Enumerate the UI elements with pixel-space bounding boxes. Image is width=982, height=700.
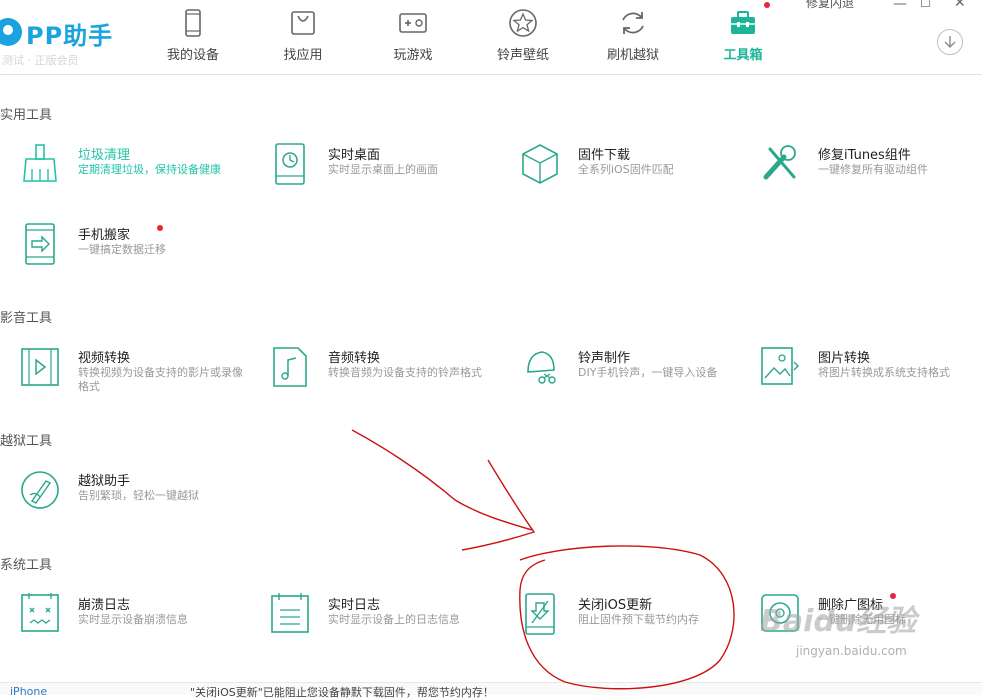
tool-desc: 转换视频为设备支持的影片或录像格式 bbox=[78, 366, 243, 393]
tool-video-convert[interactable]: 视频转换 转换视频为设备支持的影片或录像格式 bbox=[20, 346, 256, 406]
refresh-icon bbox=[622, 12, 644, 34]
wrench-screwdriver-icon bbox=[763, 145, 796, 180]
nav-flash-jailbreak[interactable]: 刷机越狱 bbox=[578, 0, 688, 74]
nav-label: 铃声壁纸 bbox=[496, 48, 549, 63]
download-manager-button[interactable] bbox=[937, 29, 963, 55]
tool-repair-itunes[interactable]: 修复iTunes组件 一键修复所有驱动组件 bbox=[760, 143, 982, 203]
device-name[interactable]: iPhone bbox=[10, 685, 47, 698]
close-button[interactable]: ✕ bbox=[954, 0, 966, 11]
tool-name: 手机搬家 bbox=[78, 228, 131, 243]
tool-desc: 实时显示桌面上的画面 bbox=[328, 163, 438, 176]
star-icon bbox=[509, 9, 537, 37]
download-icon bbox=[944, 36, 956, 49]
nav-label: 找应用 bbox=[283, 48, 323, 63]
app-logo-text: PP助手 bbox=[26, 22, 114, 50]
tool-name: 固件下载 bbox=[578, 148, 631, 163]
nav-label: 工具箱 bbox=[723, 48, 763, 63]
section-title-jailbreak: 越狱工具 bbox=[0, 434, 53, 449]
gamepad-icon bbox=[399, 13, 427, 33]
nav-label: 玩游戏 bbox=[393, 48, 433, 63]
phone-transfer-icon bbox=[25, 223, 55, 265]
tool-crash-log[interactable]: 崩溃日志 实时显示设备崩溃信息 bbox=[20, 593, 256, 653]
minimize-button[interactable]: — bbox=[893, 0, 907, 12]
tool-name: 关闭iOS更新 bbox=[578, 598, 653, 613]
tool-name: 实时日志 bbox=[328, 598, 381, 613]
maximize-button[interactable]: ☐ bbox=[920, 0, 931, 10]
tool-close-ios-update[interactable]: 关闭iOS更新 阻止固件预下载节约内存 bbox=[520, 593, 756, 653]
audio-file-icon bbox=[273, 347, 307, 387]
tool-jailbreak-helper[interactable]: 越狱助手 告别繁琐，轻松一键越狱 bbox=[20, 469, 256, 529]
tool-ringtone-make[interactable]: 铃声制作 DIY手机铃声，一键导入设备 bbox=[520, 346, 756, 406]
tool-phone-move[interactable]: 手机搬家 一键搞定数据迁移 bbox=[20, 223, 256, 283]
toolbox-icon bbox=[731, 11, 755, 34]
tool-desc: 实时显示设备崩溃信息 bbox=[78, 613, 188, 626]
section-title-system: 系统工具 bbox=[0, 558, 53, 573]
baidu-watermark-url: jingyan.baidu.com bbox=[796, 644, 907, 658]
nav-label: 我的设备 bbox=[166, 48, 219, 63]
annotation-arrow-head bbox=[461, 459, 536, 551]
top-bar: PP助手 测试 · 正版会员 我的设备 找应用 玩游戏 铃声壁纸 刷机越狱 工具… bbox=[0, 0, 982, 75]
tool-name: 图片转换 bbox=[818, 351, 871, 366]
tablet-clock-icon bbox=[275, 143, 305, 185]
section-title-media: 影音工具 bbox=[0, 311, 53, 326]
tool-realtime-desktop[interactable]: 实时桌面 实时显示桌面上的画面 bbox=[270, 143, 506, 203]
tool-desc: 定期清理垃圾，保持设备健康 bbox=[78, 163, 221, 176]
pp-logo-icon bbox=[0, 18, 22, 46]
tool-audio-convert[interactable]: 音频转换 转换音频为设备支持的铃声格式 bbox=[270, 346, 506, 406]
tool-desc: 一键修复所有驱动组件 bbox=[818, 163, 928, 176]
repair-crash-link[interactable]: 修复闪退 bbox=[806, 0, 854, 11]
phone-block-download-icon bbox=[525, 593, 555, 635]
tool-desc: 告别繁琐，轻松一键越狱 bbox=[78, 489, 199, 502]
tool-name: 修复iTunes组件 bbox=[818, 148, 911, 163]
tool-desc: 阻止固件预下载节约内存 bbox=[578, 613, 699, 626]
nav-ringtone-wallpaper[interactable]: 铃声壁纸 bbox=[468, 0, 578, 74]
section-title-utility: 实用工具 bbox=[0, 108, 53, 123]
tool-image-convert[interactable]: 图片转换 将图片转换成系统支持格式 bbox=[760, 346, 982, 406]
tool-junk-clean[interactable]: 垃圾清理 定期清理垃圾，保持设备健康 bbox=[20, 143, 256, 203]
status-message: "关闭iOS更新"已能阻止您设备静默下载固件，帮您节约内存！ bbox=[190, 686, 494, 699]
notification-dot bbox=[764, 2, 770, 8]
tool-desc: 全系列iOS固件匹配 bbox=[578, 163, 674, 176]
tool-desc: DIY手机铃声，一键导入设备 bbox=[578, 366, 718, 379]
baidu-watermark: Baidu经验 bbox=[760, 604, 917, 639]
nav-label: 刷机越狱 bbox=[606, 48, 659, 63]
nav-find-apps[interactable]: 找应用 bbox=[248, 0, 358, 74]
film-icon bbox=[21, 348, 59, 386]
picture-icon bbox=[761, 347, 799, 385]
status-bar: iPhone "关闭iOS更新"已能阻止您设备静默下载固件，帮您节约内存！ bbox=[0, 682, 982, 699]
broom-icon bbox=[23, 144, 57, 182]
tool-desc: 一键搞定数据迁移 bbox=[78, 243, 166, 256]
tool-name: 视频转换 bbox=[78, 351, 131, 366]
nav-toolbox[interactable]: 工具箱 bbox=[688, 0, 798, 74]
tool-realtime-log[interactable]: 实时日志 实时显示设备上的日志信息 bbox=[270, 593, 506, 653]
log-list-icon bbox=[271, 593, 309, 633]
tool-name: 铃声制作 bbox=[578, 351, 631, 366]
tool-desc: 将图片转换成系统支持格式 bbox=[818, 366, 950, 379]
tool-firmware-download[interactable]: 固件下载 全系列iOS固件匹配 bbox=[520, 143, 756, 203]
tool-name: 崩溃日志 bbox=[78, 598, 131, 613]
tool-desc: 转换音频为设备支持的铃声格式 bbox=[328, 366, 482, 379]
crash-log-icon bbox=[21, 593, 59, 632]
tool-name: 实时桌面 bbox=[328, 148, 381, 163]
tool-desc: 实时显示设备上的日志信息 bbox=[328, 613, 460, 626]
bag-icon bbox=[291, 11, 315, 35]
tool-name: 音频转换 bbox=[328, 351, 381, 366]
tool-name: 垃圾清理 bbox=[78, 148, 131, 163]
phone-icon bbox=[185, 9, 201, 37]
bell-scissors-icon bbox=[527, 351, 556, 384]
account-status[interactable]: 测试 · 正版会员 bbox=[2, 52, 79, 68]
cube-icon bbox=[522, 144, 558, 184]
compass-pen-icon bbox=[21, 471, 59, 509]
notification-dot bbox=[157, 225, 163, 231]
tool-name: 越狱助手 bbox=[78, 474, 131, 489]
nav-play-games[interactable]: 玩游戏 bbox=[358, 0, 468, 74]
annotation-arrow-line bbox=[351, 429, 533, 531]
nav-my-device[interactable]: 我的设备 bbox=[138, 0, 248, 74]
